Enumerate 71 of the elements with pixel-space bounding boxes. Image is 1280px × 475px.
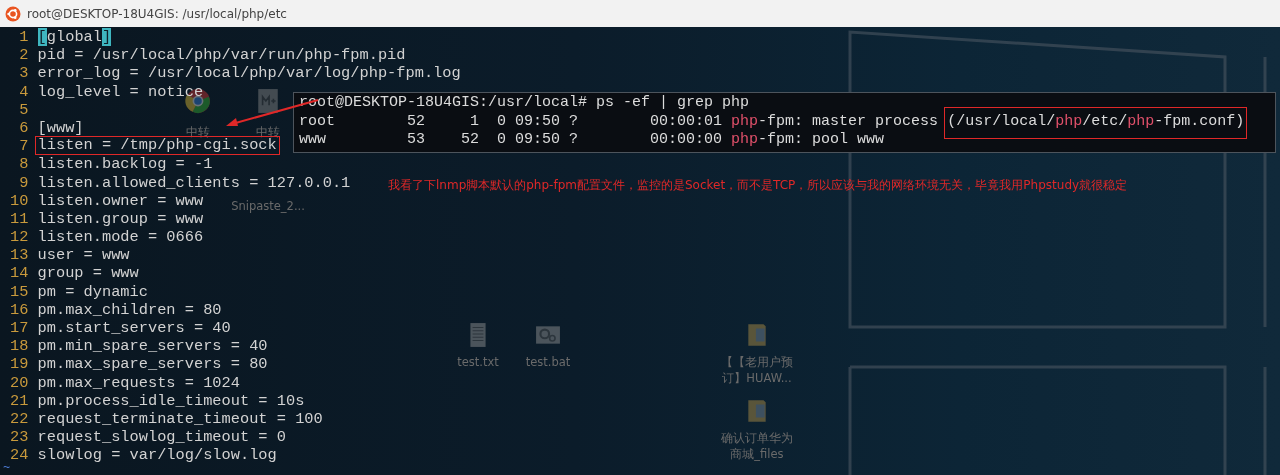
code-line: pm.max_requests = 1024	[37, 373, 240, 392]
line-number: 9	[18, 173, 29, 192]
icon-label[interactable]: 【【老用户预订】HUAW...	[718, 354, 796, 386]
terminal-text: root 52 1 0 09:50 ? 00:00:01	[299, 112, 724, 130]
line-number: 12	[10, 228, 29, 247]
terminal-text: /etc/	[1082, 112, 1128, 130]
line-number: 17	[10, 319, 29, 338]
line-number: 18	[10, 337, 29, 356]
line-number: 13	[10, 246, 29, 265]
line-number: 4	[18, 82, 29, 101]
code-line: log_level = notice	[37, 82, 204, 101]
code-line: pm.max_spare_servers = 80	[37, 355, 268, 374]
line-number: 24	[10, 446, 29, 465]
code-line: request_slowlog_timeout = 0	[37, 428, 286, 447]
code-line: listen.group = www	[37, 209, 204, 228]
document-icon[interactable]	[255, 88, 281, 114]
code-line: pm = dynamic	[37, 282, 148, 301]
line-number: 6	[18, 118, 29, 138]
code-line: user = www	[37, 246, 130, 265]
line-number: 3	[18, 64, 29, 83]
code-line: group = www	[37, 264, 139, 283]
line-number: 20	[10, 373, 29, 392]
line-number: 14	[10, 264, 29, 283]
terminal-text: root@DESKTOP-18U4GIS:/usr/local# ps -ef | grep php	[299, 94, 750, 111]
line-number: 22	[10, 409, 29, 429]
line-number: 19	[10, 355, 29, 374]
line-number: 8	[18, 155, 29, 174]
icon-label[interactable]: Snipaste_2...	[231, 198, 305, 214]
terminal-text: www 53 52 0 09:50 ? 00:00:00	[299, 131, 724, 148]
code-line: pm.min_spare_servers = 40	[37, 337, 268, 356]
code-line: request_terminate_timeout = 100	[37, 409, 323, 428]
code-line: pm.start_servers = 40	[37, 319, 231, 337]
code-text: global	[46, 28, 102, 46]
bracket-highlight: [	[37, 28, 47, 46]
terminal-text: -fpm: master process	[758, 112, 940, 130]
code-line: listen.backlog = -1	[37, 155, 213, 174]
code-line: slowlog = var/log/slow.log	[37, 446, 277, 465]
code-line: listen.mode = 0666	[37, 228, 204, 247]
code-line: pm.process_idle_timeout = 10s	[37, 391, 305, 410]
bracket-highlight: ]	[102, 28, 112, 46]
code-line: listen.allowed_clients = 127.0.0.1	[37, 173, 351, 192]
code-line: pm.max_children = 80	[37, 300, 222, 319]
line-number: 2	[18, 46, 29, 65]
keyword-text: php	[731, 112, 759, 130]
code-line: listen = /tmp/php-cgi.sock	[37, 136, 277, 155]
app-logo-icon	[5, 5, 21, 22]
line-number: 11	[10, 209, 29, 229]
window-title: root@DESKTOP-18U4GIS: /usr/local/php/etc	[27, 6, 287, 21]
terminal-text: -fpm.conf)	[1154, 112, 1245, 130]
line-number: 7	[18, 137, 29, 156]
line-number: 16	[10, 300, 29, 319]
annotation-text: 我看了下lnmp脚本默认的php-fpm配置文件，监控的是Socket，而不是TCP，所以应该与我的网络环境无关，毕竟我用Phpstudy就很稳定	[388, 177, 1128, 194]
terminal-text: -fpm: pool www	[758, 131, 885, 148]
terminal-text: (/usr/local/	[947, 112, 1056, 130]
code-line: [www]	[37, 118, 84, 137]
code-line: pid = /usr/local/php/var/run/php-fpm.pid	[37, 46, 406, 65]
keyword-text: php	[731, 131, 759, 148]
line-number: 21	[10, 391, 29, 410]
line-number: 10	[10, 191, 29, 210]
line-number: 5	[18, 100, 29, 119]
keyword-text: php	[1055, 112, 1083, 130]
icon-label[interactable]: 确认订单华为商城_files	[718, 430, 796, 462]
code-line: error_log = /usr/local/php/var/log/php-fpm.log	[37, 64, 461, 83]
icon-label[interactable]: test.bat	[525, 354, 571, 370]
icon-label[interactable]: test.txt	[457, 354, 499, 370]
line-number: 15	[10, 282, 29, 301]
code-line: listen.owner = www	[37, 191, 204, 210]
line-number: 23	[10, 428, 29, 447]
keyword-text: php	[1127, 112, 1155, 130]
empty-line-marker: ~	[3, 463, 11, 474]
line-number: 1	[18, 28, 29, 47]
